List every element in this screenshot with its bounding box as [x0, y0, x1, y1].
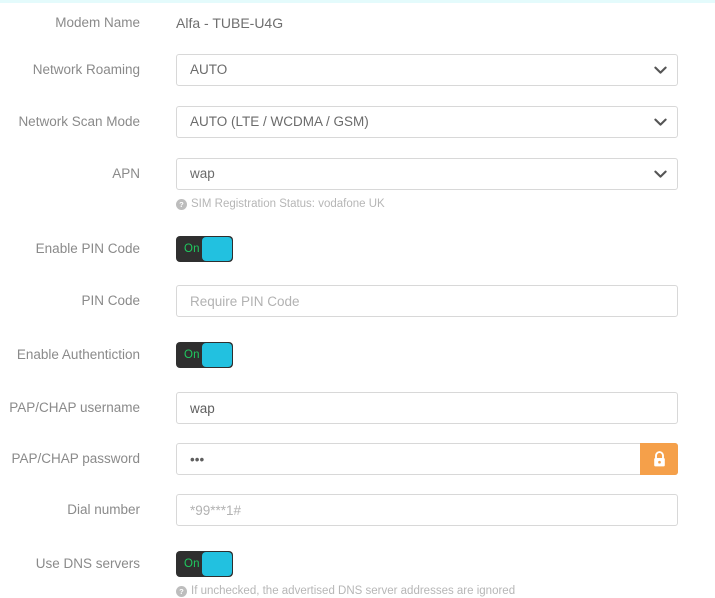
toggle-use-dns-servers[interactable]: On [176, 551, 233, 577]
apn-hint-text: SIM Registration Status: vodafone UK [191, 198, 385, 210]
lock-icon [652, 450, 667, 468]
modem-settings-form: Modem Name Alfa - TUBE-U4G Network Roami… [0, 3, 715, 598]
modem-name-value: Alfa - TUBE-U4G [176, 15, 284, 31]
form-row-pap-chap-password: PAP/CHAP password [0, 424, 715, 475]
apn-select[interactable]: wap [176, 158, 678, 190]
svg-text:?: ? [179, 587, 184, 596]
pap-chap-password-wrap [176, 443, 678, 475]
form-row-dial-number: Dial number [0, 475, 715, 526]
form-row-enable-authentication: Enable Authentiction On [0, 317, 715, 368]
dial-number-input[interactable] [176, 494, 678, 526]
form-row-network-roaming: Network Roaming AUTO [0, 32, 715, 86]
field-pap-chap-username [140, 392, 715, 424]
label-apn: APN [112, 166, 140, 181]
form-row-apn: APN wap ? SIM Registration Status: vodaf… [0, 138, 715, 211]
form-row-pap-chap-username: PAP/CHAP username [0, 368, 715, 424]
field-network-scan-mode: AUTO (LTE / WCDMA / GSM) [140, 106, 715, 138]
label-enable-authentication: Enable Authentiction [16, 347, 140, 362]
field-pap-chap-password [140, 443, 715, 475]
toggle-knob [202, 552, 232, 576]
toggle-state-label: On [184, 349, 200, 361]
pap-chap-username-input[interactable] [176, 392, 678, 424]
toggle-knob [202, 237, 232, 261]
network-roaming-select[interactable]: AUTO [176, 54, 678, 86]
form-row-pin-code: PIN Code [0, 262, 715, 317]
label-network-roaming: Network Roaming [32, 62, 140, 77]
form-row-network-scan-mode: Network Scan Mode AUTO (LTE / WCDMA / GS… [0, 86, 715, 138]
field-pin-code [140, 285, 715, 317]
field-network-roaming: AUTO [140, 54, 715, 86]
field-modem-name: Alfa - TUBE-U4G [140, 14, 715, 32]
label-enable-pin-code: Enable PIN Code [35, 241, 140, 256]
svg-text:?: ? [179, 200, 184, 209]
toggle-state-label: On [184, 558, 200, 570]
pap-chap-password-input[interactable] [176, 443, 678, 475]
form-row-modem-name: Modem Name Alfa - TUBE-U4G [0, 3, 715, 32]
field-dial-number [140, 494, 715, 526]
help-circle-icon: ? [176, 585, 187, 597]
pin-code-input[interactable] [176, 285, 678, 317]
form-row-use-dns-servers: Use DNS servers On ? If unchecked, the a… [0, 526, 715, 598]
use-dns-servers-hint: ? If unchecked, the advertised DNS serve… [176, 584, 715, 598]
label-pin-code: PIN Code [81, 293, 140, 308]
field-apn: wap ? SIM Registration Status: vodafone … [140, 158, 715, 211]
use-dns-servers-hint-text: If unchecked, the advertised DNS server … [191, 585, 516, 597]
toggle-enable-authentication[interactable]: On [176, 342, 233, 368]
network-roaming-select-wrap: AUTO [176, 54, 678, 86]
label-use-dns-servers: Use DNS servers [35, 556, 140, 571]
field-enable-pin-code: On [140, 236, 715, 262]
apn-select-wrap: wap [176, 158, 678, 190]
label-dial-number: Dial number [67, 502, 140, 517]
form-row-enable-pin-code: Enable PIN Code On [0, 211, 715, 262]
network-scan-mode-select[interactable]: AUTO (LTE / WCDMA / GSM) [176, 106, 678, 138]
apn-hint: ? SIM Registration Status: vodafone UK [176, 197, 715, 211]
help-circle-icon: ? [176, 198, 187, 210]
toggle-enable-pin-code[interactable]: On [176, 236, 233, 262]
toggle-knob [202, 343, 232, 367]
network-scan-mode-select-wrap: AUTO (LTE / WCDMA / GSM) [176, 106, 678, 138]
toggle-state-label: On [184, 243, 200, 255]
password-lock-button[interactable] [640, 443, 678, 475]
field-enable-authentication: On [140, 342, 715, 368]
label-pap-chap-password: PAP/CHAP password [11, 451, 140, 466]
label-network-scan-mode: Network Scan Mode [18, 114, 140, 129]
label-modem-name: Modem Name [55, 15, 140, 30]
label-pap-chap-username: PAP/CHAP username [9, 400, 140, 415]
